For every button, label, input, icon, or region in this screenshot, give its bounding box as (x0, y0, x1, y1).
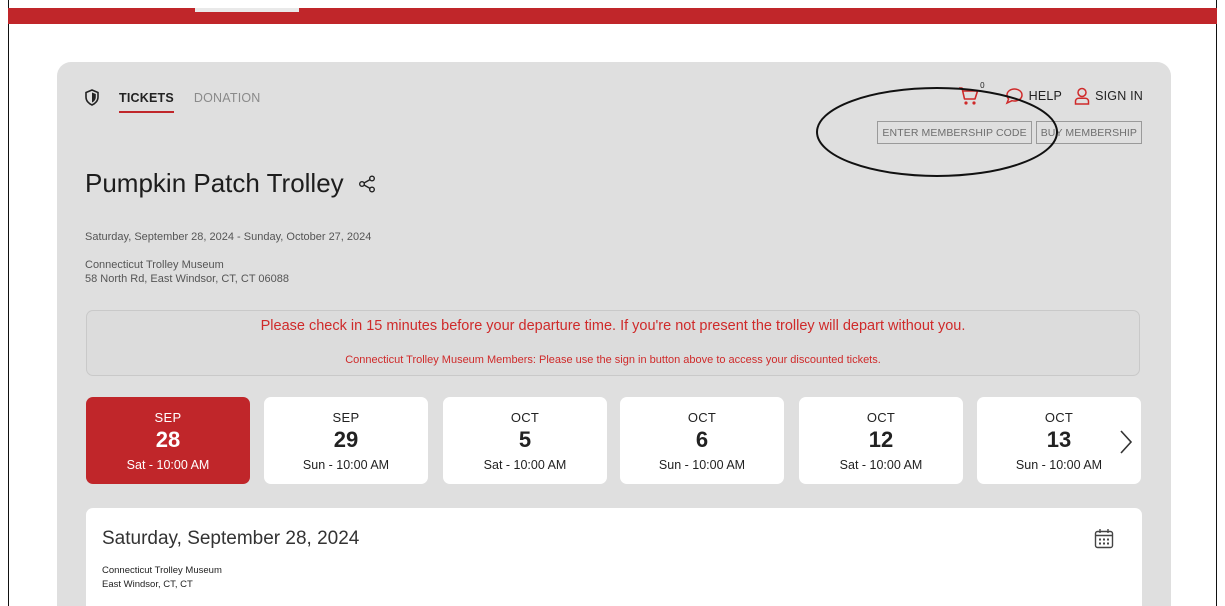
event-date-range: Saturday, September 28, 2024 - Sunday, O… (85, 231, 372, 243)
date-time: Sun - 10:00 AM (302, 458, 390, 472)
detail-venue-city: East Windsor, CT, CT (102, 579, 193, 590)
tab-tickets[interactable]: TICKETS (119, 91, 174, 113)
notice-member-text: Connecticut Trolley Museum Members: Plea… (345, 354, 881, 366)
date-card-sep-28[interactable]: SEP 28 Sat - 10:00 AM (86, 397, 250, 484)
date-day: 5 (518, 427, 532, 452)
date-month: OCT (510, 410, 540, 425)
date-month: SEP (154, 410, 182, 425)
checkin-notice: Please check in 15 minutes before your d… (86, 310, 1140, 376)
date-time: Sat - 10:00 AM (126, 458, 210, 472)
top-brand-bar (8, 8, 1217, 24)
date-day: 12 (868, 427, 894, 452)
annotation-circle (816, 87, 1058, 177)
detail-venue-name: Connecticut Trolley Museum (102, 565, 222, 576)
shield-icon (85, 89, 99, 106)
venue-name: Connecticut Trolley Museum (85, 259, 224, 271)
date-time: Sun - 10:00 AM (658, 458, 746, 472)
date-month: SEP (332, 410, 360, 425)
detail-venue: Connecticut Trolley Museum East Windsor,… (102, 564, 222, 592)
selected-date-detail: Saturday, September 28, 2024 Connecticut… (86, 508, 1142, 606)
date-day: 29 (333, 427, 359, 452)
main-nav: TICKETS DONATION (85, 88, 261, 118)
date-card-oct-5[interactable]: OCT 5 Sat - 10:00 AM (443, 397, 607, 484)
event-title-row: Pumpkin Patch Trolley (85, 168, 376, 199)
date-time: Sat - 10:00 AM (839, 458, 923, 472)
sign-in-link[interactable]: SIGN IN (1074, 87, 1143, 105)
date-month: OCT (866, 410, 896, 425)
top-bar-active-indicator (195, 8, 299, 12)
tab-donation[interactable]: DONATION (194, 91, 261, 105)
date-card-oct-12[interactable]: OCT 12 Sat - 10:00 AM (799, 397, 963, 484)
event-venue: Connecticut Trolley Museum 58 North Rd, … (85, 258, 289, 286)
date-time: Sat - 10:00 AM (483, 458, 567, 472)
detail-date-title: Saturday, September 28, 2024 (102, 528, 360, 549)
calendar-icon[interactable] (1094, 528, 1114, 549)
date-time: Sun - 10:00 AM (1015, 458, 1103, 472)
date-month: OCT (1044, 410, 1074, 425)
date-day: 28 (155, 427, 181, 452)
date-card-sep-29[interactable]: SEP 29 Sun - 10:00 AM (264, 397, 428, 484)
date-day: 6 (695, 427, 709, 452)
sign-in-label: SIGN IN (1095, 89, 1143, 103)
date-card-oct-6[interactable]: OCT 6 Sun - 10:00 AM (620, 397, 784, 484)
venue-address: 58 North Rd, East Windsor, CT, CT 06088 (85, 273, 289, 285)
user-icon (1074, 87, 1090, 105)
notice-main-text: Please check in 15 minutes before your d… (260, 318, 966, 334)
date-selector: SEP 28 Sat - 10:00 AM SEP 29 Sun - 10:00… (86, 397, 1142, 484)
page-title: Pumpkin Patch Trolley (85, 168, 344, 198)
date-day: 13 (1046, 427, 1072, 452)
chevron-right-icon[interactable] (1119, 429, 1133, 455)
date-card-oct-13[interactable]: OCT 13 Sun - 10:00 AM (977, 397, 1141, 484)
date-month: OCT (687, 410, 717, 425)
share-icon[interactable] (358, 175, 376, 193)
